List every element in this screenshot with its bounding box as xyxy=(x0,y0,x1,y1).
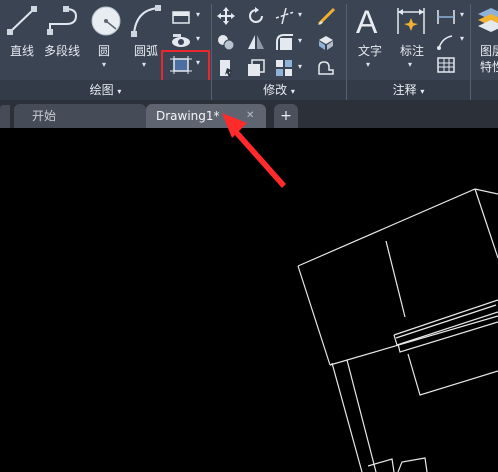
drawing-outline xyxy=(329,315,498,366)
move-icon[interactable] xyxy=(216,6,236,26)
rectangle-tool[interactable]: ▾ xyxy=(170,8,206,26)
drawing-outline xyxy=(297,188,498,267)
array-icon[interactable] xyxy=(274,58,296,78)
draw-panel-title: 绘图 xyxy=(89,83,114,97)
linear-dim-icon xyxy=(437,10,455,24)
drawing-outline xyxy=(407,353,498,396)
rotate-icon[interactable] xyxy=(246,6,266,26)
text-icon: A xyxy=(356,4,378,40)
line-icon xyxy=(7,6,37,35)
arc-dropdown-icon[interactable]: ▾ xyxy=(142,60,146,69)
stretch-icon[interactable] xyxy=(216,58,236,78)
annotation-panel-footer[interactable]: 注释 ▾ xyxy=(347,80,470,100)
layers-label-line1: 图层 xyxy=(480,44,498,58)
modify-panel-title: 修改 xyxy=(263,83,288,97)
arc-tool-label: 圆弧 xyxy=(134,44,159,58)
circle-tool-label: 圆 xyxy=(98,44,111,58)
scale-icon[interactable] xyxy=(246,58,266,78)
circle-dropdown-icon[interactable]: ▾ xyxy=(102,60,106,69)
erase-icon[interactable] xyxy=(316,6,336,26)
hatch-dropdown-icon[interactable]: ▾ xyxy=(196,34,200,43)
drawing-outline xyxy=(385,240,406,318)
tab-start[interactable]: 开始 xyxy=(14,104,146,128)
table-icon xyxy=(437,57,455,73)
tab-close-icon[interactable]: ✕ xyxy=(246,104,254,128)
layers-panel-footer xyxy=(471,80,498,100)
fillet-dropdown-icon[interactable]: ▾ xyxy=(298,36,302,45)
drawing-outline xyxy=(474,188,498,259)
drawing-outline xyxy=(397,321,498,353)
polyline-tool-label: 多段线 xyxy=(44,44,81,58)
linear-dim-dropdown-icon[interactable]: ▾ xyxy=(460,10,464,19)
linear-dim-tool[interactable]: ▾ xyxy=(436,8,470,26)
tab-drawing1-label: Drawing1* xyxy=(156,109,220,123)
text-tool[interactable]: A 文字 ▾ xyxy=(352,4,388,80)
circle-tool[interactable]: 圆 ▾ xyxy=(88,4,124,80)
text-dropdown-icon[interactable]: ▾ xyxy=(366,60,370,69)
hatch-tool[interactable]: ▾ xyxy=(170,32,206,50)
drawing-outline xyxy=(367,458,395,472)
drawing-outline xyxy=(346,359,377,472)
add-icon: + xyxy=(280,108,292,124)
dimension-icon xyxy=(397,8,425,34)
explode-icon[interactable] xyxy=(316,32,336,52)
dimension-tool-label: 标注 xyxy=(400,44,425,58)
leader-dropdown-icon[interactable]: ▾ xyxy=(460,34,464,43)
arc-tool[interactable]: 圆弧 ▾ xyxy=(128,4,164,80)
annotation-panel-title: 注释 xyxy=(392,83,417,97)
drawing-outline xyxy=(331,362,363,472)
array-dropdown-icon[interactable]: ▾ xyxy=(298,62,302,71)
file-tab-bar: 开始 Drawing1* ✕ + xyxy=(0,101,498,128)
leader-icon xyxy=(437,35,453,50)
rectangle-dropdown-icon[interactable]: ▾ xyxy=(196,10,200,19)
layers-label-line2: 特性 xyxy=(480,60,498,74)
dimension-tool[interactable]: 标注 ▾ xyxy=(394,4,430,80)
dimension-dropdown-icon[interactable]: ▾ xyxy=(408,60,412,69)
new-tab-button[interactable]: + xyxy=(274,104,298,128)
line-tool[interactable]: 直线 xyxy=(4,4,40,64)
polyline-icon xyxy=(47,6,78,35)
leader-tool[interactable]: ▾ xyxy=(436,32,470,50)
rectangle-icon xyxy=(172,11,190,24)
text-tool-label: 文字 xyxy=(358,44,383,58)
layers-icon xyxy=(478,8,498,32)
draw-panel-dropdown-icon: ▾ xyxy=(117,87,122,96)
copy-icon[interactable] xyxy=(216,32,236,52)
fillet-icon[interactable] xyxy=(274,32,296,52)
modify-panel-dropdown-icon: ▾ xyxy=(290,87,295,96)
polyline-tool[interactable]: 多段线 xyxy=(44,4,84,64)
line-tool-label: 直线 xyxy=(10,44,35,58)
ribbon: 直线 多段线 圆 ▾ 圆弧 ▾ ▾ ▾ ▾ 绘图 ▾ ▾ ▾ ▾ 修改 ▾ A … xyxy=(0,0,498,101)
cad-drawing xyxy=(297,188,498,472)
modify-panel-footer[interactable]: 修改 ▾ xyxy=(212,80,346,100)
modify-tools-grid: ▾ ▾ ▾ xyxy=(216,6,342,78)
draw-panel-footer[interactable]: 绘图 ▾ xyxy=(0,80,211,100)
arc-icon xyxy=(131,5,161,37)
drawing-outline xyxy=(397,457,428,472)
mirror-icon[interactable] xyxy=(246,32,266,52)
tab-drawing1[interactable]: Drawing1* ✕ xyxy=(146,104,266,128)
trim-icon[interactable] xyxy=(274,6,296,26)
annotation-panel-dropdown-icon: ▾ xyxy=(420,87,425,96)
table-tool[interactable] xyxy=(436,56,458,74)
circle-icon xyxy=(91,6,121,36)
hatch-eye-icon xyxy=(172,34,190,47)
drawing-canvas[interactable] xyxy=(0,128,498,472)
tab-start-label: 开始 xyxy=(32,109,57,123)
layer-properties-tool[interactable]: 图层 特性 xyxy=(474,4,498,80)
trim-dropdown-icon[interactable]: ▾ xyxy=(298,10,302,19)
offset-icon[interactable] xyxy=(316,58,336,78)
drawing-outline xyxy=(297,265,331,366)
